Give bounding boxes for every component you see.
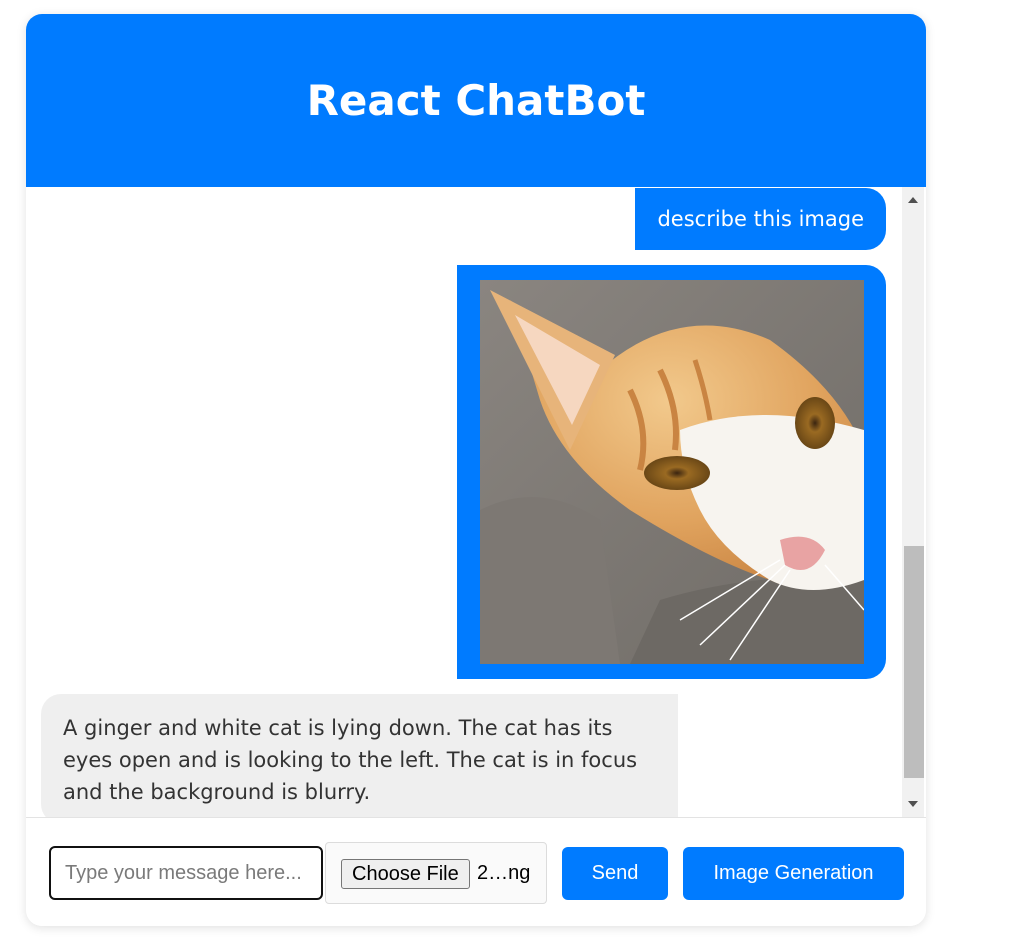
user-image-message [457, 265, 886, 679]
input-bar: Choose File 2…ng Send Image Generation [26, 817, 926, 926]
chat-app: React ChatBot describe this image A ging… [26, 14, 926, 926]
bot-message-text: A ginger and white cat is lying down. Th… [63, 716, 638, 804]
bot-message: A ginger and white cat is lying down. Th… [41, 694, 678, 817]
scroll-thumb[interactable] [904, 546, 924, 778]
cat-photo [480, 280, 864, 664]
user-message-text: describe this image [657, 207, 864, 231]
message-input[interactable] [49, 846, 323, 900]
scroll-down-arrow-icon[interactable] [902, 795, 924, 813]
selected-file-name: 2…ng [477, 862, 531, 884]
choose-file-button[interactable]: Choose File [341, 859, 470, 889]
page-title: React ChatBot [306, 76, 646, 125]
send-button[interactable]: Send [562, 847, 668, 900]
file-upload[interactable]: Choose File 2…ng [325, 842, 547, 904]
messages-scrollbar[interactable] [902, 187, 924, 817]
scroll-up-arrow-icon[interactable] [902, 191, 924, 209]
message-list[interactable]: describe this image A ginger and white c… [26, 187, 926, 817]
user-message: describe this image [635, 188, 886, 250]
chat-header: React ChatBot [26, 14, 926, 187]
image-generation-button[interactable]: Image Generation [683, 847, 904, 900]
